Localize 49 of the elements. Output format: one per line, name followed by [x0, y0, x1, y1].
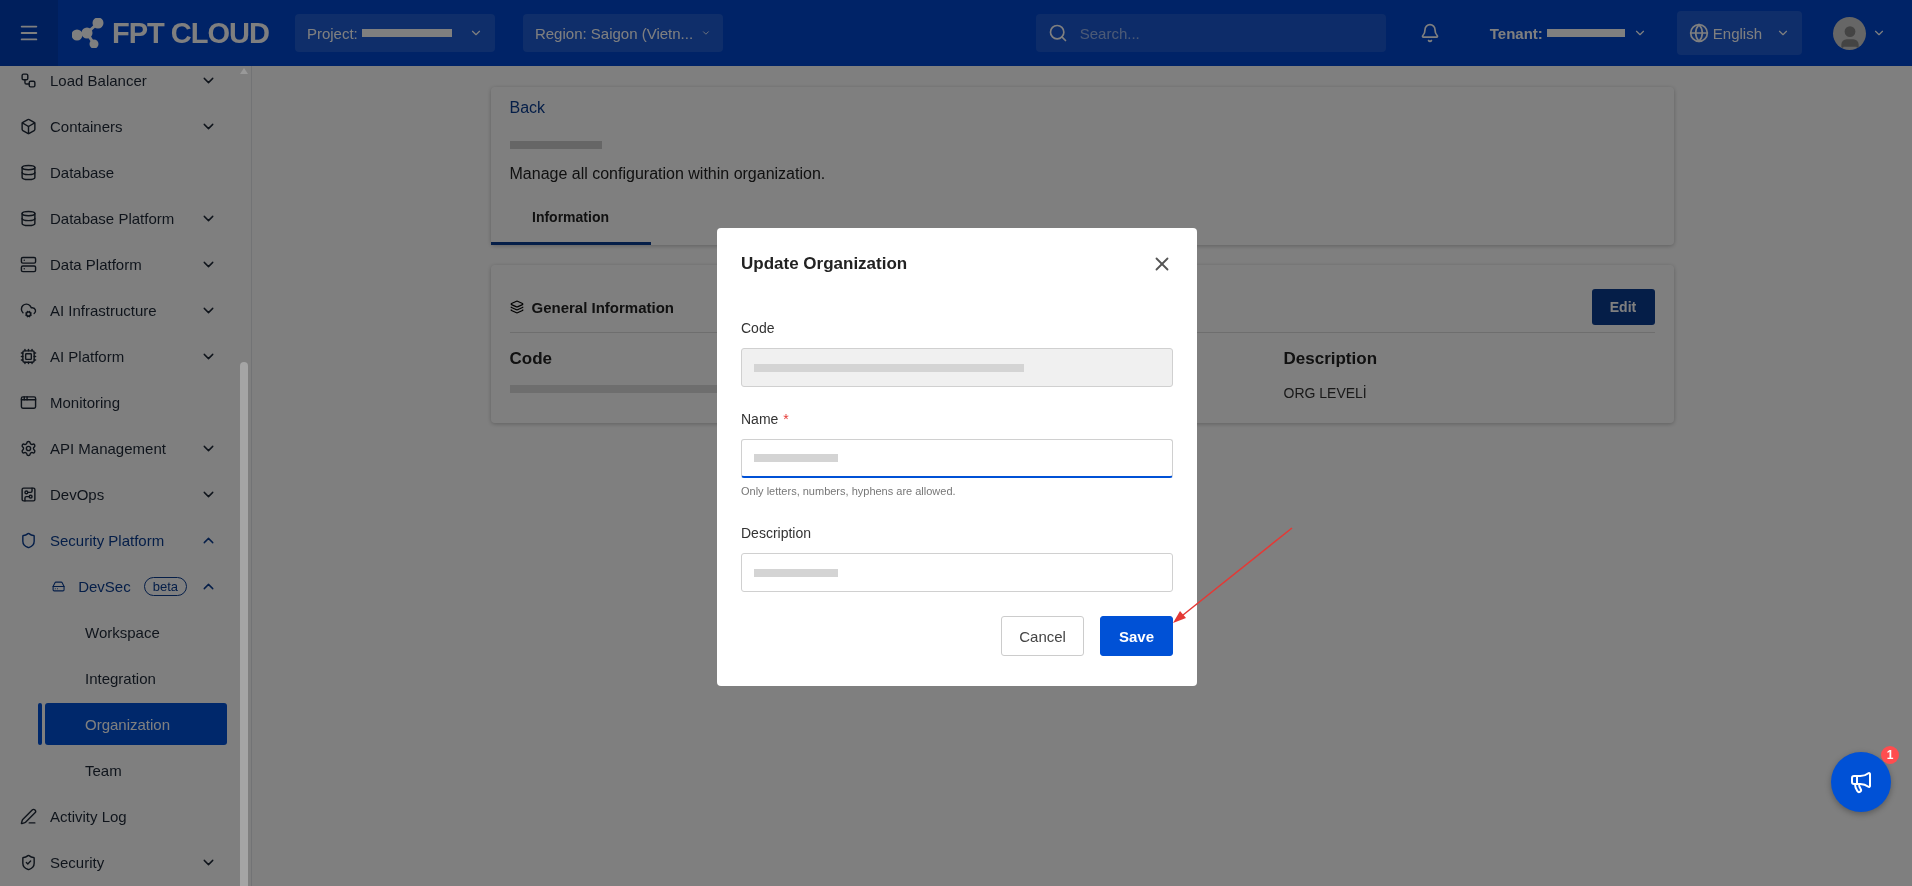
- column-value: ORG LEVELİ: [1283, 385, 1367, 401]
- menu-icon: [20, 853, 37, 871]
- required-mark: *: [783, 411, 789, 427]
- save-button[interactable]: Save: [1099, 616, 1173, 656]
- field-label: Description: [741, 525, 812, 541]
- sidebar-link[interactable]: Database: [0, 149, 251, 195]
- column-header: Code: [509, 349, 552, 369]
- menu-icon: [20, 71, 37, 89]
- notification-badge: 1: [1881, 746, 1899, 764]
- sidebar-item[interactable]: AI Infrastructure: [0, 287, 251, 333]
- bell-icon[interactable]: [1419, 23, 1440, 43]
- tenant-select[interactable]: Tenant:: [1489, 24, 1647, 42]
- globe-icon: [1688, 23, 1709, 43]
- section-title: General Information: [531, 298, 675, 316]
- subtitle: Manage all configuration within organization.: [509, 165, 826, 183]
- sidebar-item[interactable]: Containers: [0, 103, 251, 149]
- back-link[interactable]: Back: [509, 99, 546, 117]
- column-header: Description: [1283, 349, 1378, 369]
- field-label: Name: [741, 411, 779, 427]
- field-hint: Only letters, numbers, hyphens are allowed.: [741, 485, 957, 497]
- menu-icon: [20, 439, 37, 457]
- logo-text: FPT CLOUD: [112, 16, 269, 50]
- menu-icon: [20, 209, 37, 227]
- announcement-button[interactable]: [1831, 752, 1891, 812]
- sidebar-item[interactable]: Data Platform: [0, 241, 251, 287]
- input-field[interactable]: [741, 439, 1173, 478]
- search-icon: [1047, 23, 1068, 43]
- tab[interactable]: Information: [490, 201, 651, 245]
- menu-icon: [20, 301, 37, 319]
- sidebar-item[interactable]: Load Balancer: [0, 66, 251, 103]
- menu-icon: [20, 255, 37, 273]
- menu-icon: [20, 117, 37, 135]
- logo-icon: [72, 18, 106, 48]
- menu-icon: [20, 485, 37, 503]
- menu-icon: [20, 393, 37, 411]
- layers-icon: [509, 300, 524, 314]
- menu-icon: [20, 807, 37, 825]
- menu-icon: [20, 163, 37, 181]
- sidebar-item[interactable]: Database Platform: [0, 195, 251, 241]
- scrollbar[interactable]: [240, 362, 248, 886]
- megaphone-icon: [1849, 770, 1873, 794]
- edit-button[interactable]: Edit: [1591, 289, 1655, 325]
- avatar[interactable]: [1833, 16, 1866, 50]
- input-field[interactable]: [741, 553, 1173, 592]
- menu-icon: [20, 531, 37, 549]
- field-label: Code: [741, 320, 775, 336]
- cancel-button[interactable]: Cancel: [1001, 616, 1084, 656]
- dialog-title: Update Organization: [741, 254, 908, 274]
- menu-icon: [20, 347, 37, 365]
